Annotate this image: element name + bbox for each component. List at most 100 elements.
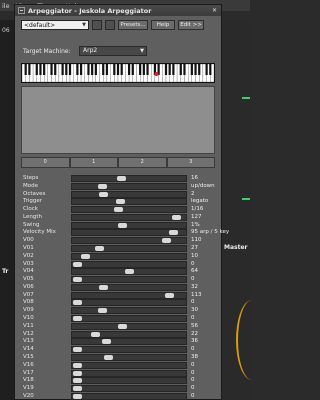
slider-handle[interactable] [97,183,107,189]
black-key[interactable] [54,64,57,75]
black-key[interactable] [164,64,168,75]
piano-keyboard[interactable] [21,63,215,83]
black-key[interactable] [172,64,175,75]
black-key[interactable] [76,64,79,75]
preset-dropdown[interactable]: <default> ▼ [21,19,89,30]
param-slider[interactable] [71,322,187,330]
black-key[interactable] [183,64,186,75]
presets-button[interactable]: Presets... [118,19,148,30]
param-slider[interactable] [71,361,187,369]
host-master-tag[interactable]: Master [224,244,248,251]
slider-handle[interactable] [73,261,82,267]
slider-handle[interactable] [90,331,100,337]
slider-handle[interactable] [73,378,82,384]
param-slider[interactable] [71,182,187,190]
black-key[interactable] [94,64,97,75]
slider-handle[interactable] [73,347,82,353]
target-machine-dropdown[interactable]: Arp2 ▼ [79,46,147,56]
slider-handle[interactable] [124,269,134,275]
param-slider[interactable] [71,338,187,346]
param-slider[interactable] [71,377,187,385]
black-key[interactable] [39,64,42,75]
black-key[interactable] [142,64,145,75]
slider-handle[interactable] [98,284,108,290]
preset-prev-button[interactable] [92,19,102,30]
slider-handle[interactable] [116,199,126,205]
black-key[interactable] [43,64,46,75]
black-key[interactable] [194,64,197,75]
param-slider[interactable] [71,229,187,237]
black-key[interactable] [209,64,212,75]
param-slider[interactable] [71,260,187,268]
track-button-3[interactable]: 3 [166,157,215,168]
param-slider[interactable] [71,206,187,214]
pattern-display[interactable] [21,86,215,154]
slider-handle[interactable] [73,300,82,306]
param-slider[interactable] [71,190,187,198]
param-slider[interactable] [71,330,187,338]
param-slider[interactable] [71,252,187,260]
slider-handle[interactable] [161,238,171,244]
black-key[interactable] [116,64,120,75]
param-slider[interactable] [71,369,187,377]
black-key[interactable] [139,64,142,75]
slider-handle[interactable] [103,354,113,360]
black-key[interactable] [120,64,123,75]
black-key[interactable] [79,64,83,75]
param-slider[interactable] [71,198,187,206]
param-slider[interactable] [71,307,187,315]
slider-handle[interactable] [81,253,91,259]
track-button-2[interactable]: 2 [118,157,167,168]
slider-handle[interactable] [73,362,82,368]
black-key[interactable] [87,64,90,75]
slider-handle[interactable] [117,176,127,181]
edit-button[interactable]: Edit >> [178,19,204,30]
black-key[interactable] [105,64,109,75]
param-slider[interactable] [71,268,187,276]
title-bar[interactable]: Arpeggiator - Jeskola Arpeggiator ✕ [15,5,221,16]
param-slider[interactable] [71,291,187,299]
slider-handle[interactable] [98,191,108,197]
black-key[interactable] [91,64,94,75]
black-key[interactable] [113,64,116,75]
slider-handle[interactable] [73,386,82,392]
param-slider[interactable] [71,385,187,393]
black-key[interactable] [179,64,182,75]
slider-handle[interactable] [94,246,104,252]
black-key[interactable] [61,64,64,75]
slider-handle[interactable] [73,370,82,376]
black-key[interactable] [24,64,27,75]
param-slider[interactable] [71,353,187,361]
slider-handle[interactable] [164,292,174,298]
param-slider[interactable] [71,237,187,245]
slider-handle[interactable] [118,323,128,329]
black-key[interactable] [205,64,208,75]
black-key[interactable] [146,64,149,75]
black-key[interactable] [102,64,105,75]
track-button-1[interactable]: 1 [69,157,118,168]
param-slider[interactable] [71,346,187,354]
param-slider[interactable] [71,283,187,291]
slider-handle[interactable] [73,277,82,283]
param-slider[interactable] [71,276,187,284]
param-slider[interactable] [71,175,187,182]
param-slider[interactable] [71,245,187,253]
slider-handle[interactable] [97,308,107,314]
help-button[interactable]: Help [151,19,175,30]
param-slider[interactable] [71,315,187,323]
slider-handle[interactable] [114,207,124,213]
host-machine-tag-left[interactable]: Tr [2,268,8,275]
param-slider[interactable] [71,299,187,307]
black-key[interactable] [198,64,201,75]
slider-handle[interactable] [73,316,82,322]
slider-handle[interactable] [171,214,181,220]
slider-handle[interactable] [101,339,111,345]
black-key[interactable] [28,64,31,75]
black-key[interactable] [50,64,53,75]
slider-handle[interactable] [168,230,178,236]
black-key[interactable] [168,64,171,75]
param-slider[interactable] [71,392,187,400]
black-key[interactable] [68,64,72,75]
black-key[interactable] [190,64,193,75]
slider-handle[interactable] [73,393,82,399]
